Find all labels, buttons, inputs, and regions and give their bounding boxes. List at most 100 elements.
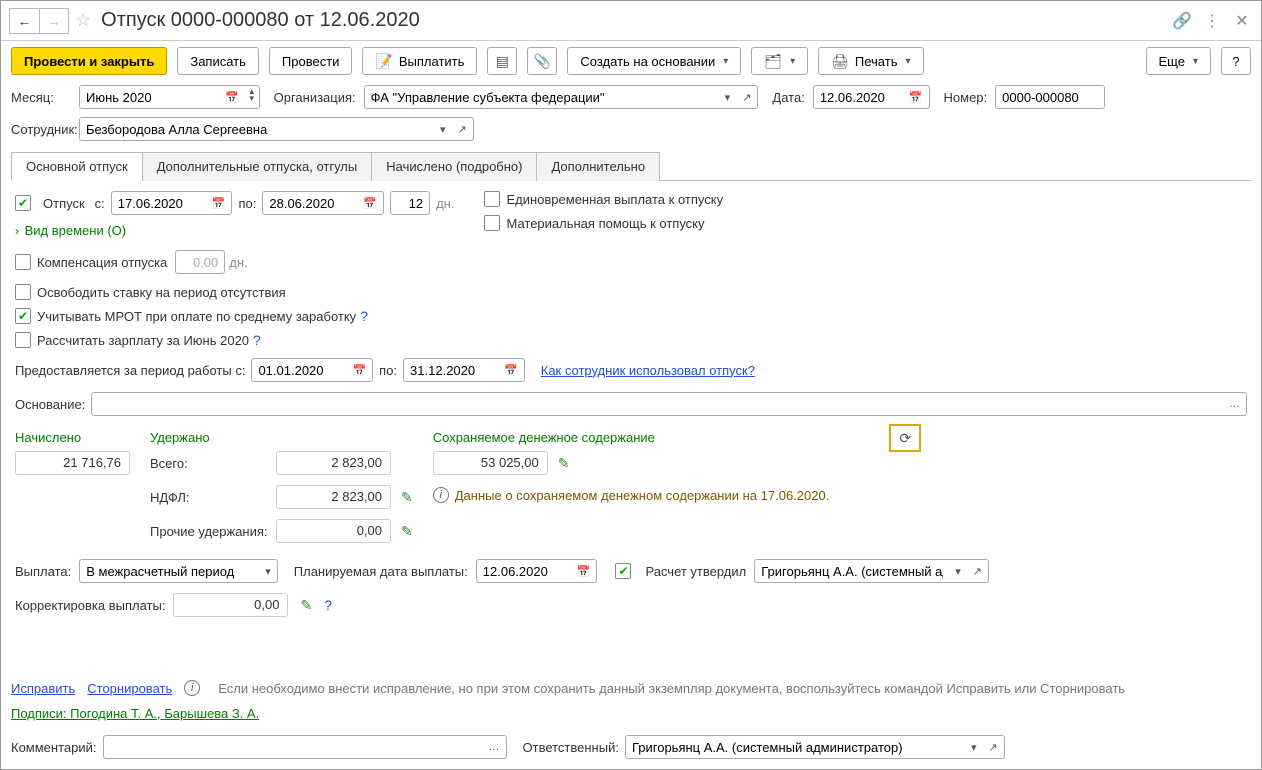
responsible-dropdown[interactable]: ▾ <box>965 735 983 759</box>
org-dropdown[interactable]: ▾ <box>719 85 737 109</box>
number-input[interactable] <box>995 85 1105 109</box>
org-open-button[interactable]: ↗ <box>736 85 758 109</box>
from-date-input[interactable] <box>111 191 206 215</box>
link-icon[interactable]: 🔗 <box>1171 10 1193 32</box>
nav-forward-button[interactable]: → <box>39 8 69 34</box>
pay-button[interactable]: 📝Выплатить <box>362 47 477 75</box>
calendar-icon[interactable]: 📅 <box>346 358 373 382</box>
number-label: Номер: <box>944 90 988 105</box>
to-date-input[interactable] <box>262 191 357 215</box>
print-button[interactable]: 🖨Печать▾ <box>818 47 923 75</box>
responsible-input[interactable] <box>625 735 965 759</box>
from-label: с: <box>95 196 105 211</box>
signatures-link[interactable]: Подписи: Погодина Т. А., Барышева З. А. <box>11 706 259 721</box>
approved-open-button[interactable]: ↗ <box>967 559 989 583</box>
onetime-pay-checkbox[interactable] <box>484 191 500 207</box>
calendar-icon[interactable]: 📅 <box>357 191 384 215</box>
org-label: Организация: <box>274 90 356 105</box>
list-view-button[interactable]: ▤ <box>487 47 517 75</box>
compensation-days-input[interactable] <box>175 250 225 274</box>
calendar-icon[interactable]: 📅 <box>498 358 525 382</box>
date-input[interactable] <box>813 85 903 109</box>
save-button[interactable]: Записать <box>177 47 259 75</box>
help-button[interactable]: ? <box>1221 47 1251 75</box>
payment-dropdown[interactable]: ▾ <box>259 559 278 583</box>
period-to-label: по: <box>379 363 397 378</box>
calc-salary-label: Рассчитать зарплату за Июнь 2020 <box>37 333 249 348</box>
kebab-menu-icon[interactable]: ⋮ <box>1201 10 1223 32</box>
days-input[interactable] <box>390 191 430 215</box>
period-to-input[interactable] <box>403 358 498 382</box>
calendar-icon[interactable]: 📅 <box>903 85 930 109</box>
calc-salary-checkbox[interactable] <box>15 332 31 348</box>
basis-input[interactable] <box>91 392 1223 416</box>
correction-help-icon[interactable]: ? <box>324 597 332 613</box>
calendar-icon[interactable]: 📅 <box>571 559 598 583</box>
total-value: 2 823,00 <box>276 451 391 475</box>
reverse-link[interactable]: Сторнировать <box>87 681 172 696</box>
approved-checkbox[interactable]: ✔ <box>615 563 631 579</box>
calendar-icon[interactable]: 📅 <box>206 191 233 215</box>
saved-info-text: Данные о сохраняемом денежном содержании… <box>455 488 830 503</box>
employee-open-button[interactable]: ↗ <box>452 117 474 141</box>
saved-edit-icon[interactable]: ✎ <box>558 455 570 472</box>
other-held-edit-icon[interactable]: ✎ <box>401 523 413 540</box>
comment-select-button[interactable]: … <box>483 735 507 759</box>
calendar-icon[interactable]: 📅 <box>219 85 245 109</box>
employee-input[interactable] <box>79 117 434 141</box>
mrot-checkbox[interactable]: ✔ <box>15 308 31 324</box>
saved-value: 53 025,00 <box>433 451 548 475</box>
date-label: Дата: <box>772 90 804 105</box>
tab-extra[interactable]: Дополнительно <box>536 152 660 181</box>
post-button[interactable]: Провести <box>269 47 353 75</box>
close-icon[interactable]: ✕ <box>1231 10 1253 32</box>
create-based-button[interactable]: Создать на основании▾ <box>567 47 741 75</box>
payment-input[interactable] <box>79 559 259 583</box>
more-button[interactable]: Еще▾ <box>1146 47 1211 75</box>
ndfl-edit-icon[interactable]: ✎ <box>401 489 413 506</box>
employee-dropdown[interactable]: ▾ <box>434 117 452 141</box>
approved-by-input[interactable] <box>754 559 949 583</box>
release-rate-label: Освободить ставку на период отсутствия <box>37 285 286 300</box>
chevron-down-icon: ▾ <box>1193 56 1198 67</box>
footer-note: Если необходимо внести исправление, но п… <box>218 681 1125 696</box>
approved-dropdown[interactable]: ▾ <box>949 559 967 583</box>
mat-help-checkbox[interactable] <box>484 215 500 231</box>
how-used-link[interactable]: Как сотрудник использовал отпуск? <box>541 363 755 378</box>
doc-flow-icon: 🗂 <box>764 53 782 70</box>
period-from-input[interactable] <box>251 358 346 382</box>
month-input[interactable] <box>79 85 219 109</box>
fix-link[interactable]: Исправить <box>11 681 75 696</box>
attach-button[interactable]: 📎 <box>527 47 557 75</box>
mat-help-label: Материальная помощь к отпуску <box>506 216 704 231</box>
nav-back-button[interactable]: ← <box>9 8 39 34</box>
mrot-help-icon[interactable]: ? <box>360 308 368 324</box>
refresh-button[interactable]: ⟳ <box>889 424 921 452</box>
responsible-open-button[interactable]: ↗ <box>982 735 1004 759</box>
tab-additional[interactable]: Дополнительные отпуска, отгулы <box>142 152 373 181</box>
correction-edit-icon[interactable]: ✎ <box>300 597 312 614</box>
expand-chevron-icon[interactable]: › <box>15 224 19 238</box>
comment-input[interactable] <box>103 735 483 759</box>
calc-salary-help-icon[interactable]: ? <box>253 332 261 348</box>
accrued-header: Начислено <box>15 430 130 445</box>
chevron-down-icon: ▾ <box>905 56 910 67</box>
document-flow-button[interactable]: 🗂▾ <box>751 47 808 75</box>
planned-date-input[interactable] <box>476 559 571 583</box>
release-rate-checkbox[interactable] <box>15 284 31 300</box>
held-header: Удержано <box>150 430 413 445</box>
org-input[interactable] <box>364 85 719 109</box>
vacation-checkbox[interactable]: ✔ <box>15 195 31 211</box>
compensation-checkbox[interactable] <box>15 254 31 270</box>
other-held-label: Прочие удержания: <box>150 524 270 539</box>
favorite-star-icon[interactable]: ☆ <box>75 10 91 31</box>
basis-select-button[interactable]: … <box>1223 392 1247 416</box>
tab-accrued[interactable]: Начислено (подробно) <box>371 152 537 181</box>
post-and-close-button[interactable]: Провести и закрыть <box>11 47 167 75</box>
month-stepper[interactable]: ▲▼ <box>245 85 260 109</box>
correction-label: Корректировка выплаты: <box>15 598 165 613</box>
chevron-down-icon: ▾ <box>723 56 728 67</box>
time-kind-link[interactable]: Вид времени (О) <box>25 223 127 238</box>
compensation-label: Компенсация отпуска <box>37 255 167 270</box>
tab-main[interactable]: Основной отпуск <box>11 152 143 181</box>
